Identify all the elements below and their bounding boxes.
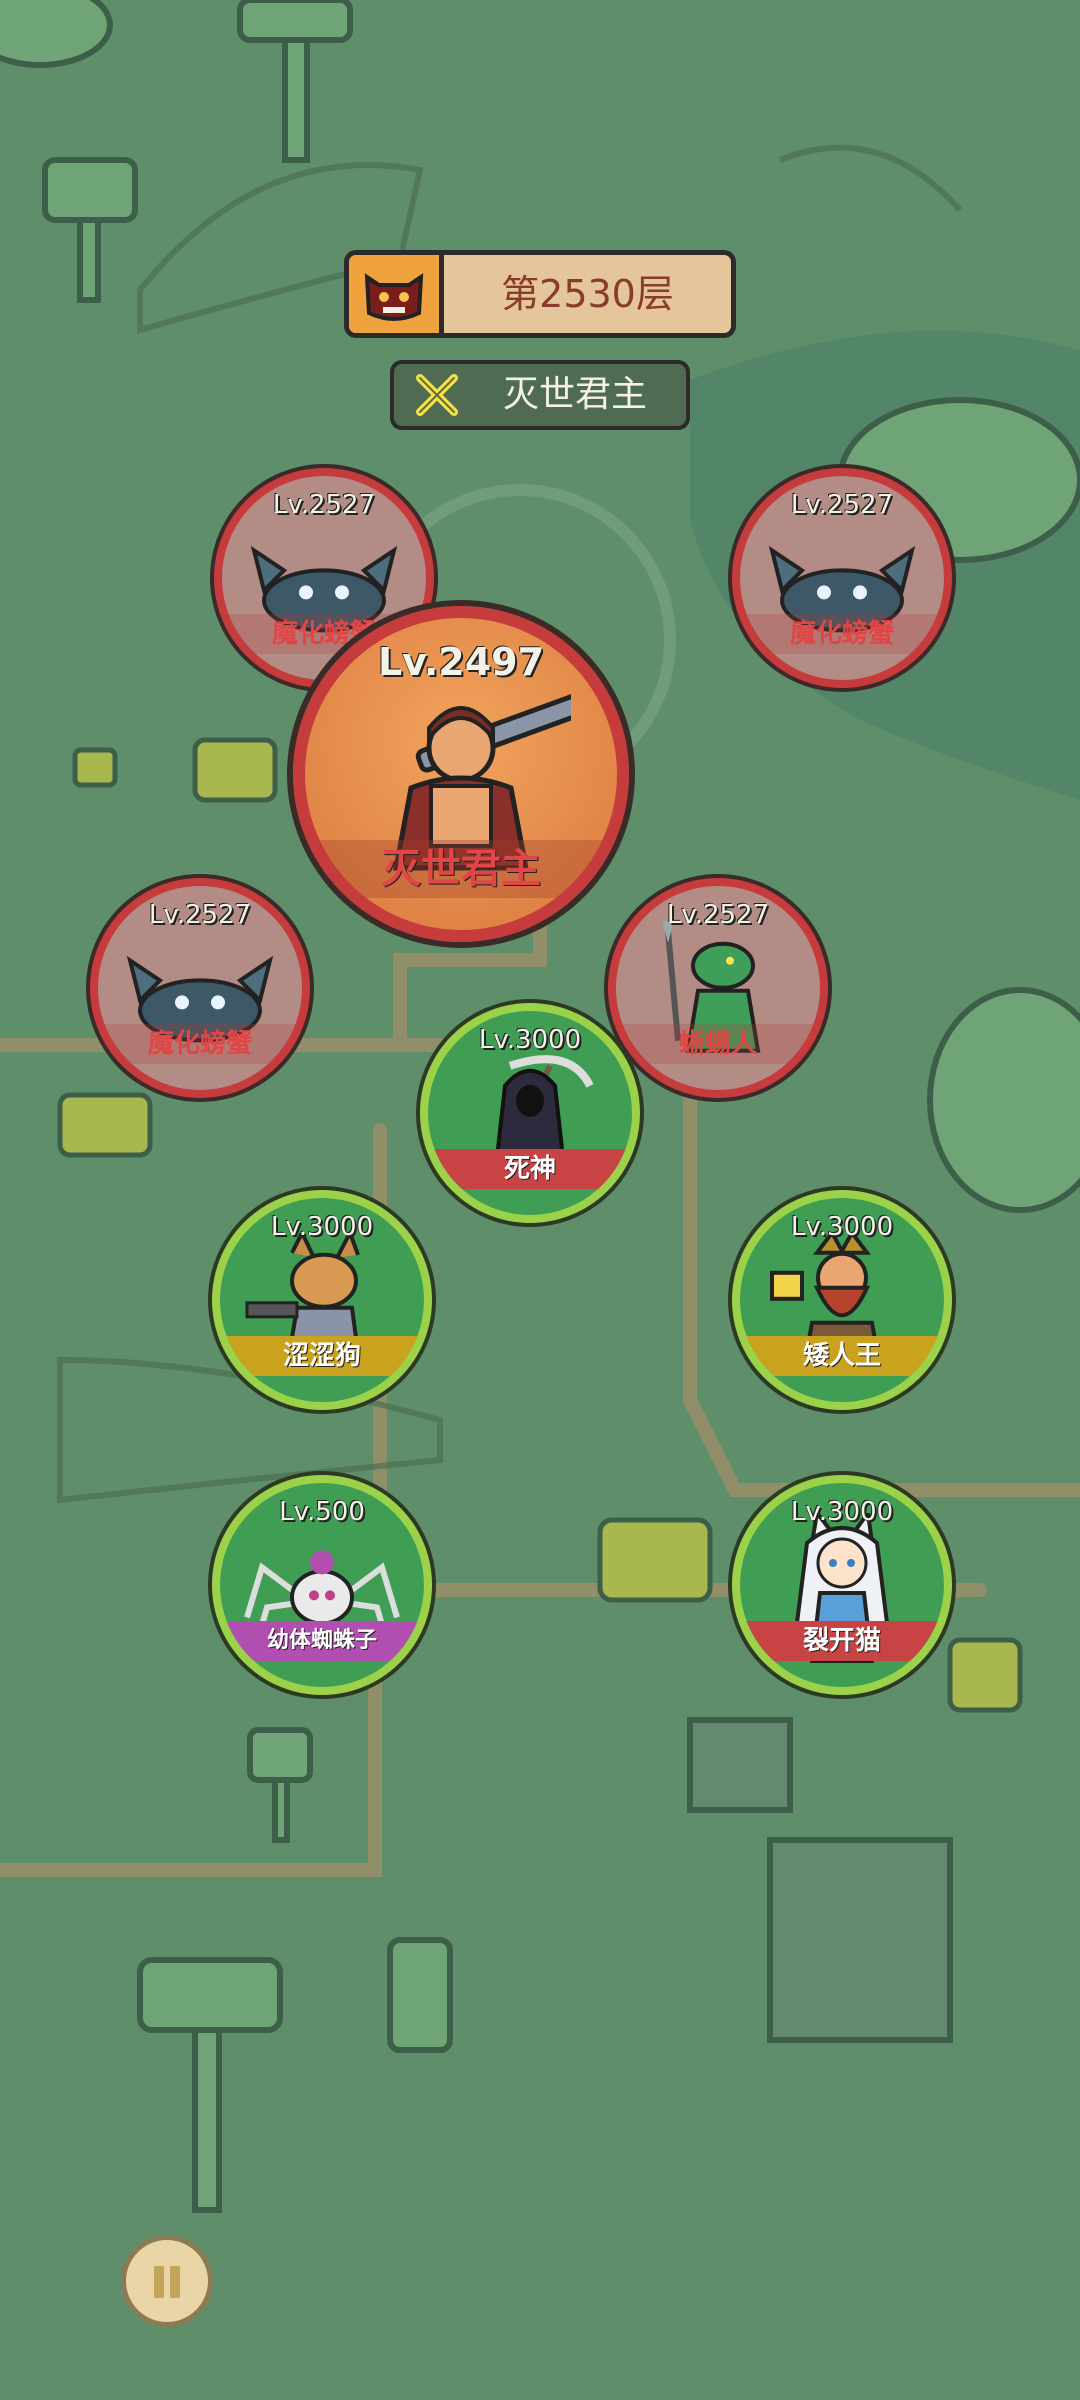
enemy-unit-crab[interactable]: Lv.2527 魔化螃蟹	[90, 878, 310, 1098]
unit-level: Lv.3000	[270, 1212, 374, 1242]
unit-level: Lv.3000	[790, 1497, 894, 1527]
unit-name: 涩涩狗	[220, 1336, 424, 1376]
boss-title: 灭世君主	[502, 374, 647, 415]
ally-unit-dwarf-king[interactable]: Lv.3000 矮人王	[732, 1190, 952, 1410]
unit-name: 裂开猫	[740, 1621, 944, 1661]
unit-name: 蜥蜴人	[616, 1024, 820, 1064]
unit-level: Lv.3000	[790, 1212, 894, 1242]
ally-unit-cat[interactable]: Lv.3000 裂开猫	[732, 1475, 952, 1695]
unit-name: 灭世君主	[305, 840, 617, 898]
floor-banner: 第2530层	[344, 250, 736, 338]
ally-unit-dog[interactable]: Lv.3000 涩涩狗	[212, 1190, 432, 1410]
unit-level: Lv.2527	[148, 900, 252, 930]
unit-level: Lv.2527	[790, 490, 894, 520]
pause-icon	[154, 2266, 164, 2298]
unit-level: Lv.2527	[272, 490, 376, 520]
unit-name: 死神	[428, 1149, 632, 1189]
pause-icon	[170, 2266, 180, 2298]
unit-name: 魔化螃蟹	[98, 1024, 302, 1064]
unit-level: Lv.3000	[478, 1025, 582, 1055]
ally-unit-spider[interactable]: Lv.500 幼体蜘蛛子	[212, 1475, 432, 1695]
unit-name: 幼体蜘蛛子	[220, 1621, 424, 1661]
unit-level: Lv.500	[279, 1497, 365, 1527]
boss-title-banner: 灭世君主	[390, 360, 690, 430]
unit-name: 魔化螃蟹	[740, 614, 944, 654]
floor-label: 第2530层	[501, 272, 674, 316]
ally-unit-reaper[interactable]: Lv.3000 死神	[420, 1003, 640, 1223]
enemy-unit-crab[interactable]: Lv.2527 魔化螃蟹	[732, 468, 952, 688]
unit-level: Lv.2527	[666, 900, 770, 930]
unit-level: Lv.2497	[377, 640, 545, 684]
demon-icon	[349, 255, 444, 333]
unit-name: 矮人王	[740, 1336, 944, 1376]
crossed-swords-icon	[416, 374, 458, 416]
enemy-unit-lizardman[interactable]: Lv.2527 蜥蜴人	[608, 878, 828, 1098]
pause-button[interactable]	[121, 2235, 213, 2327]
enemy-unit-boss[interactable]: Lv.2497 灭世君主	[293, 606, 629, 942]
